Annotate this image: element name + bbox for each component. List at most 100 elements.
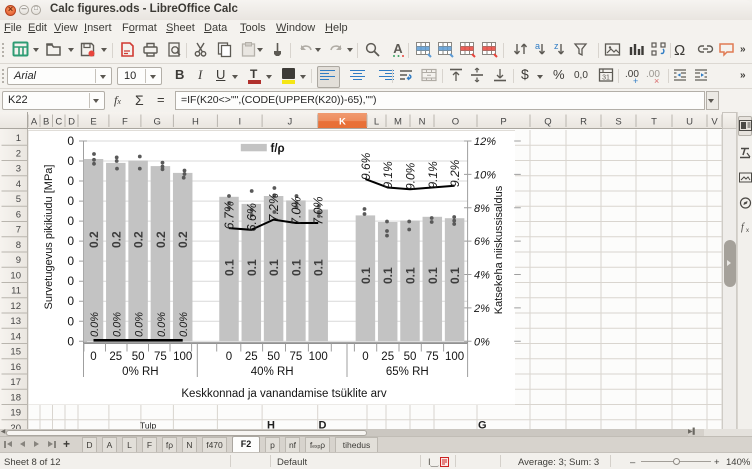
svg-text:5: 5 [16,194,21,205]
svg-text:75: 75 [426,351,439,363]
svg-text:17: 17 [10,377,21,388]
svg-text:0.0%: 0.0% [156,312,168,337]
svg-text:0: 0 [67,134,74,148]
svg-text:50: 50 [132,351,145,363]
svg-text:B: B [43,117,49,128]
svg-text:0: 0 [67,254,74,268]
svg-text:7.0%: 7.0% [312,197,326,226]
svg-text:P: P [500,117,506,128]
svg-text:0.2: 0.2 [87,231,101,248]
svg-text:0: 0 [67,314,74,328]
svg-text:A: A [393,41,403,56]
svg-text:Keskkonnad ja vanandamise tsük: Keskkonnad ja vanandamise tsüklite arv [181,388,386,400]
svg-text:4: 4 [16,179,21,190]
svg-text:J: J [288,117,293,128]
svg-text:8: 8 [16,240,21,251]
svg-text:H: H [192,117,199,128]
svg-text:9.1%: 9.1% [426,161,440,189]
svg-text:f/ρ: f/ρ [271,143,285,155]
svg-text:U: U [686,117,693,128]
svg-text:0.1: 0.1 [359,267,373,284]
svg-text:0: 0 [67,274,74,288]
svg-text:0.2: 0.2 [176,231,190,248]
svg-text:0: 0 [67,234,74,248]
svg-text:2: 2 [16,148,21,159]
svg-text:x: x [746,228,749,233]
svg-text:75: 75 [290,351,303,363]
svg-text:0.1: 0.1 [426,267,440,284]
svg-text:0% RH: 0% RH [122,366,158,378]
svg-text:L: L [374,117,379,128]
svg-text:0.1: 0.1 [448,267,462,284]
svg-text:9.2%: 9.2% [448,159,462,187]
svg-text:N: N [419,117,426,128]
svg-text:K: K [339,117,346,128]
svg-text:0.1: 0.1 [267,259,281,276]
svg-text:75: 75 [154,351,167,363]
svg-text:50: 50 [404,351,417,363]
svg-text:0: 0 [67,154,74,168]
svg-text:0: 0 [362,351,368,363]
svg-text:18: 18 [10,392,21,403]
svg-text:7.0%: 7.0% [289,197,303,226]
svg-text:25: 25 [245,351,258,363]
svg-text:Katsekeha niiskussisaldus: Katsekeha niiskussisaldus [493,185,505,314]
svg-text:19: 19 [10,408,21,419]
svg-text:65% RH: 65% RH [386,366,429,378]
svg-text:0.2: 0.2 [132,231,146,248]
svg-text:A: A [31,117,38,128]
svg-text:25: 25 [381,351,394,363]
svg-text:0.0%: 0.0% [178,312,190,337]
svg-text:F: F [122,117,128,128]
svg-text:T: T [651,117,657,128]
svg-text:16: 16 [10,362,21,373]
svg-text:100: 100 [309,351,328,363]
svg-text:f: f [741,222,745,233]
svg-text:0: 0 [67,174,74,188]
svg-text:50: 50 [267,351,280,363]
svg-text:1: 1 [16,133,21,144]
svg-text:Survetugevus pikikiudu [MPa]: Survetugevus pikikiudu [MPa] [43,165,55,310]
svg-text:0.1: 0.1 [312,259,326,276]
svg-text:0.0%: 0.0% [111,312,123,337]
svg-text:25: 25 [109,351,122,363]
svg-text:31: 31 [602,75,610,82]
svg-text:8%: 8% [474,203,490,215]
svg-text:0.0%: 0.0% [134,312,146,337]
svg-text:0.0%: 0.0% [89,312,101,337]
svg-text:S: S [615,117,621,128]
svg-text:100: 100 [445,351,464,363]
svg-text:0.1: 0.1 [404,267,418,284]
svg-text:0: 0 [67,334,74,348]
svg-text:a: a [535,41,540,51]
svg-text:z: z [554,41,559,51]
svg-text:O: O [452,117,459,128]
svg-text:15: 15 [10,347,21,358]
svg-text:0.2: 0.2 [109,231,123,248]
svg-text:E: E [90,117,96,128]
svg-text:0%: 0% [474,336,490,348]
svg-text:12%: 12% [474,136,496,148]
svg-text:10%: 10% [474,169,496,181]
svg-text:7: 7 [16,225,21,236]
svg-text:14: 14 [10,331,21,342]
svg-text:9.0%: 9.0% [404,162,418,190]
svg-text:3: 3 [16,164,21,175]
svg-text:0: 0 [67,194,74,208]
svg-text:0.1: 0.1 [289,259,303,276]
svg-text:4%: 4% [474,270,490,282]
svg-text:7.2%: 7.2% [267,193,281,222]
svg-text:0.2: 0.2 [154,231,168,248]
svg-text:9.1%: 9.1% [381,161,395,189]
svg-text:12: 12 [10,301,21,312]
svg-text:0: 0 [90,351,96,363]
svg-text:R: R [580,117,587,128]
svg-text:V: V [711,117,718,128]
svg-text:13: 13 [10,316,21,327]
svg-text:6.6%: 6.6% [245,203,259,231]
svg-text:D: D [68,117,75,128]
svg-text:I: I [238,117,241,128]
svg-text:40% RH: 40% RH [251,366,294,378]
svg-text:0.1: 0.1 [381,267,395,284]
svg-text:0: 0 [226,351,232,363]
